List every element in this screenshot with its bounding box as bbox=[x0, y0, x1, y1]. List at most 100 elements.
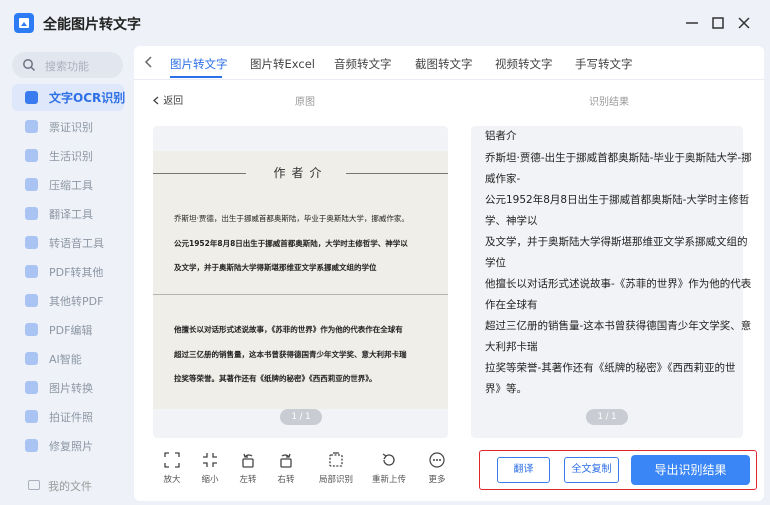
result-line: 及文学，并于奥斯陆大学得斯堪那维亚文学系挪威文组的 bbox=[485, 236, 748, 248]
rotate-right-icon bbox=[280, 453, 292, 468]
sidebar-item-pdf-to-other[interactable]: PDF转其他 bbox=[12, 258, 124, 285]
action-highlight-box: 翻译 全文复制 导出识别结果 bbox=[479, 450, 757, 490]
leaf-icon bbox=[25, 149, 38, 162]
export-results-button[interactable]: 导出识别结果 bbox=[631, 455, 750, 485]
image-text-line: 超过三亿册的销售量，这本书曾获得德国青少年文学奖、意大利邦卡瑞 bbox=[174, 350, 407, 359]
image-text-line: 他擅长以对话形式述说故事，《苏菲的世界》作为他的代表作在全球有 bbox=[174, 325, 403, 334]
rotate-right-button[interactable]: 右转 bbox=[268, 452, 304, 485]
minimize-icon[interactable] bbox=[681, 12, 703, 34]
result-line: 威作家- bbox=[485, 173, 521, 185]
sidebar-item-ai[interactable]: AI智能 bbox=[12, 345, 124, 372]
sidebar-item-text-ocr[interactable]: 文字OCR识别 bbox=[12, 84, 125, 111]
reupload-button[interactable]: 重新上传 bbox=[367, 452, 411, 485]
tab-video-to-text[interactable]: 视频转文字 bbox=[495, 56, 553, 72]
search-placeholder: 搜索功能 bbox=[45, 60, 89, 73]
pdf-edit-icon bbox=[25, 323, 38, 336]
sidebar: 搜索功能 文字OCR识别 票证识别 生活识别 压缩工具 翻译工具 转语音工具 P… bbox=[0, 46, 134, 505]
sidebar-item-label: 票证识别 bbox=[49, 121, 93, 134]
id-photo-icon bbox=[25, 410, 38, 423]
sidebar-item-compress[interactable]: 压缩工具 bbox=[12, 171, 124, 198]
image-heading: 作者介 bbox=[273, 166, 328, 180]
tabs-scroll-left-icon[interactable] bbox=[144, 55, 154, 73]
tool-label: 更多 bbox=[428, 475, 446, 485]
zoom-in-button[interactable]: 放大 bbox=[154, 452, 190, 485]
sidebar-item-label: PDF编辑 bbox=[49, 324, 93, 337]
sidebar-item-label: 拍证件照 bbox=[49, 411, 93, 424]
to-pdf-icon bbox=[25, 294, 38, 307]
my-files-link[interactable]: 我的文件 bbox=[48, 478, 92, 494]
tab-image-to-excel[interactable]: 图片转Excel bbox=[250, 56, 315, 72]
result-line: 超过三亿册的销售量-这本书曾获得德国青少年文学奖、意 bbox=[485, 320, 752, 332]
rotate-left-button[interactable]: 左转 bbox=[230, 452, 266, 485]
sidebar-item-speech[interactable]: 转语音工具 bbox=[12, 229, 124, 256]
tool-label: 右转 bbox=[277, 475, 295, 485]
zoom-out-icon bbox=[203, 453, 217, 467]
image-text-line: 公元1952年8月8日出生于挪威首都奥斯陆，大学时主修哲学、神学以 bbox=[174, 239, 408, 248]
tool-label: 左转 bbox=[239, 475, 257, 485]
zoom-out-button[interactable]: 缩小 bbox=[192, 452, 228, 485]
sidebar-item-pdf-edit[interactable]: PDF编辑 bbox=[12, 316, 124, 343]
sidebar-item-other-to-pdf[interactable]: 其他转PDF bbox=[12, 287, 124, 314]
original-page-indicator: 1 / 1 bbox=[280, 409, 322, 425]
maximize-icon[interactable] bbox=[707, 12, 729, 34]
image-text-line: 及文学，并于奥斯陆大学得斯堪那维亚文学系挪威文组的学位 bbox=[174, 263, 377, 272]
more-button[interactable]: 更多 bbox=[419, 452, 455, 485]
app-logo-icon bbox=[14, 13, 34, 33]
image-convert-icon bbox=[25, 381, 38, 394]
sidebar-item-label: AI智能 bbox=[49, 353, 82, 366]
chevron-left-icon bbox=[153, 96, 159, 105]
image-text-line: 拉奖等荣誉。其著作还有《纸牌的秘密》《西西莉亚的世界》。 bbox=[174, 374, 377, 383]
result-text-pane[interactable]: 铝者介 乔斯坦·贾德-出生于挪威首都奥斯陆-毕业于奥斯陆大学-挪 威作家- 公元… bbox=[471, 126, 752, 438]
result-line: 公元1952年8月8日出生于挪威首都奥斯陆-大学时主修哲 bbox=[485, 194, 750, 206]
folder-icon bbox=[28, 480, 40, 490]
translate-icon bbox=[25, 207, 38, 220]
rotate-left-icon bbox=[242, 453, 254, 468]
sidebar-item-label: 其他转PDF bbox=[49, 295, 104, 308]
tabs-divider bbox=[134, 79, 764, 80]
crop-recognize-icon bbox=[329, 452, 343, 467]
more-icon bbox=[429, 452, 445, 468]
search-input[interactable]: 搜索功能 bbox=[12, 52, 123, 78]
main-panel: 图片转文字 图片转Excel 音频转文字 截图转文字 视频转文字 手写转文字 返… bbox=[134, 46, 764, 501]
partial-recognize-button[interactable]: 局部识别 bbox=[316, 452, 356, 485]
sidebar-item-id-photo[interactable]: 拍证件照 bbox=[12, 403, 124, 430]
result-line: 界》等。 bbox=[485, 383, 527, 395]
speech-icon bbox=[25, 236, 38, 249]
tab-screenshot-to-text[interactable]: 截图转文字 bbox=[415, 56, 473, 72]
image-text-line: 乔斯坦·贾德，出生于挪威首都奥斯陆，毕业于奥斯陆大学，挪威作家。 bbox=[174, 214, 409, 223]
ticket-icon bbox=[25, 120, 38, 133]
title-bar: 全能图片转文字 bbox=[0, 0, 770, 46]
original-label: 原图 bbox=[295, 97, 315, 108]
sidebar-item-translate[interactable]: 翻译工具 bbox=[12, 200, 124, 227]
zoom-in-icon bbox=[164, 452, 180, 468]
back-button[interactable]: 返回 bbox=[152, 92, 183, 107]
pdf-icon bbox=[25, 265, 38, 278]
tool-label: 重新上传 bbox=[371, 475, 406, 485]
sidebar-item-label: 转语音工具 bbox=[49, 237, 104, 250]
tab-image-to-text[interactable]: 图片转文字 bbox=[170, 56, 228, 72]
text-ocr-icon bbox=[25, 91, 38, 104]
tool-label: 局部识别 bbox=[318, 475, 353, 485]
translate-button[interactable]: 翻译 bbox=[497, 457, 550, 483]
original-image-pane[interactable]: 作者介 乔斯坦·贾德，出生于挪威首都奥斯陆，毕业于奥斯陆大学，挪威作家。 公元1… bbox=[153, 126, 448, 438]
search-icon bbox=[23, 59, 36, 72]
close-icon[interactable] bbox=[733, 12, 755, 34]
result-page-indicator: 1 / 1 bbox=[586, 409, 628, 425]
sidebar-item-image-convert[interactable]: 图片转换 bbox=[12, 374, 124, 401]
result-line: 拉奖等荣誉-其著作还有《纸牌的秘密》《西西莉亚的世 bbox=[485, 362, 736, 374]
sidebar-item-ticket[interactable]: 票证识别 bbox=[12, 113, 124, 140]
result-label: 识别结果 bbox=[589, 97, 629, 108]
sidebar-item-life[interactable]: 生活识别 bbox=[12, 142, 124, 169]
sidebar-item-repair-photo[interactable]: 修复照片 bbox=[12, 432, 124, 459]
tab-audio-to-text[interactable]: 音频转文字 bbox=[334, 56, 392, 72]
copy-all-button[interactable]: 全文复制 bbox=[564, 457, 619, 483]
result-line: 铝者介 bbox=[485, 130, 517, 142]
tab-handwriting-to-text[interactable]: 手写转文字 bbox=[575, 56, 633, 72]
original-image: 作者介 乔斯坦·贾德，出生于挪威首都奥斯陆，毕业于奥斯陆大学，挪威作家。 公元1… bbox=[153, 151, 448, 409]
app-title: 全能图片转文字 bbox=[43, 17, 141, 33]
result-line: 他擅长以对话形式述说故事-《苏菲的世界》作为他的代表 bbox=[485, 278, 752, 290]
sidebar-item-label: 修复照片 bbox=[49, 440, 93, 453]
back-label: 返回 bbox=[163, 96, 184, 107]
image-separator bbox=[153, 294, 448, 295]
result-line: 大利邦卡瑞 bbox=[485, 341, 538, 353]
